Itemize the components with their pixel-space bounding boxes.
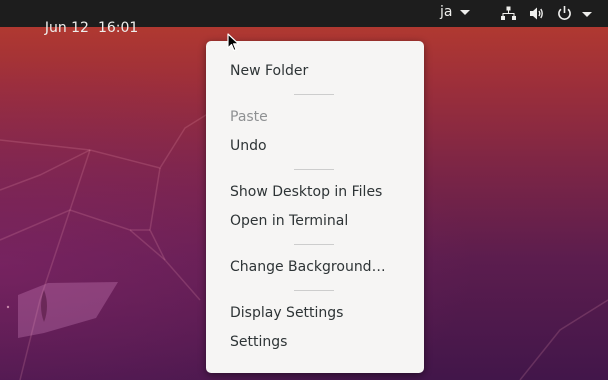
menu-item-change-background[interactable]: Change Background… — [206, 253, 424, 282]
mouse-pointer-icon — [227, 33, 241, 57]
network-icon — [500, 5, 517, 22]
menu-separator — [294, 169, 334, 170]
menu-separator — [294, 244, 334, 245]
menu-item-show-desktop-in-files[interactable]: Show Desktop in Files — [206, 178, 424, 207]
desktop-context-menu: New Folder Paste Undo Show Desktop in Fi… — [206, 41, 424, 373]
top-bar: Jun 12 16:01 ja — [0, 0, 608, 36]
menu-item-paste: Paste — [230, 109, 268, 125]
chevron-down-icon — [460, 9, 471, 15]
date-label: Jun 12 — [44, 20, 89, 36]
menu-item-display-settings[interactable]: Display Settings — [206, 299, 424, 328]
input-method-menu[interactable]: ja — [440, 4, 471, 20]
date-time-menu[interactable]: Jun 12 16:01 — [27, 4, 139, 52]
menu-item-open-in-terminal[interactable]: Open in Terminal — [206, 207, 424, 236]
menu-item-undo[interactable]: Undo — [206, 132, 424, 161]
time-label: 16:01 — [97, 20, 139, 36]
menu-item-settings[interactable]: Settings — [206, 328, 424, 357]
input-method-label: ja — [440, 4, 453, 20]
system-menu[interactable] — [500, 5, 592, 22]
volume-icon — [528, 5, 545, 22]
menu-separator — [294, 94, 334, 95]
menu-item-new-folder[interactable]: New Folder — [206, 57, 424, 86]
chevron-down-icon — [582, 11, 592, 17]
menu-separator — [294, 290, 334, 291]
power-icon — [556, 5, 573, 22]
